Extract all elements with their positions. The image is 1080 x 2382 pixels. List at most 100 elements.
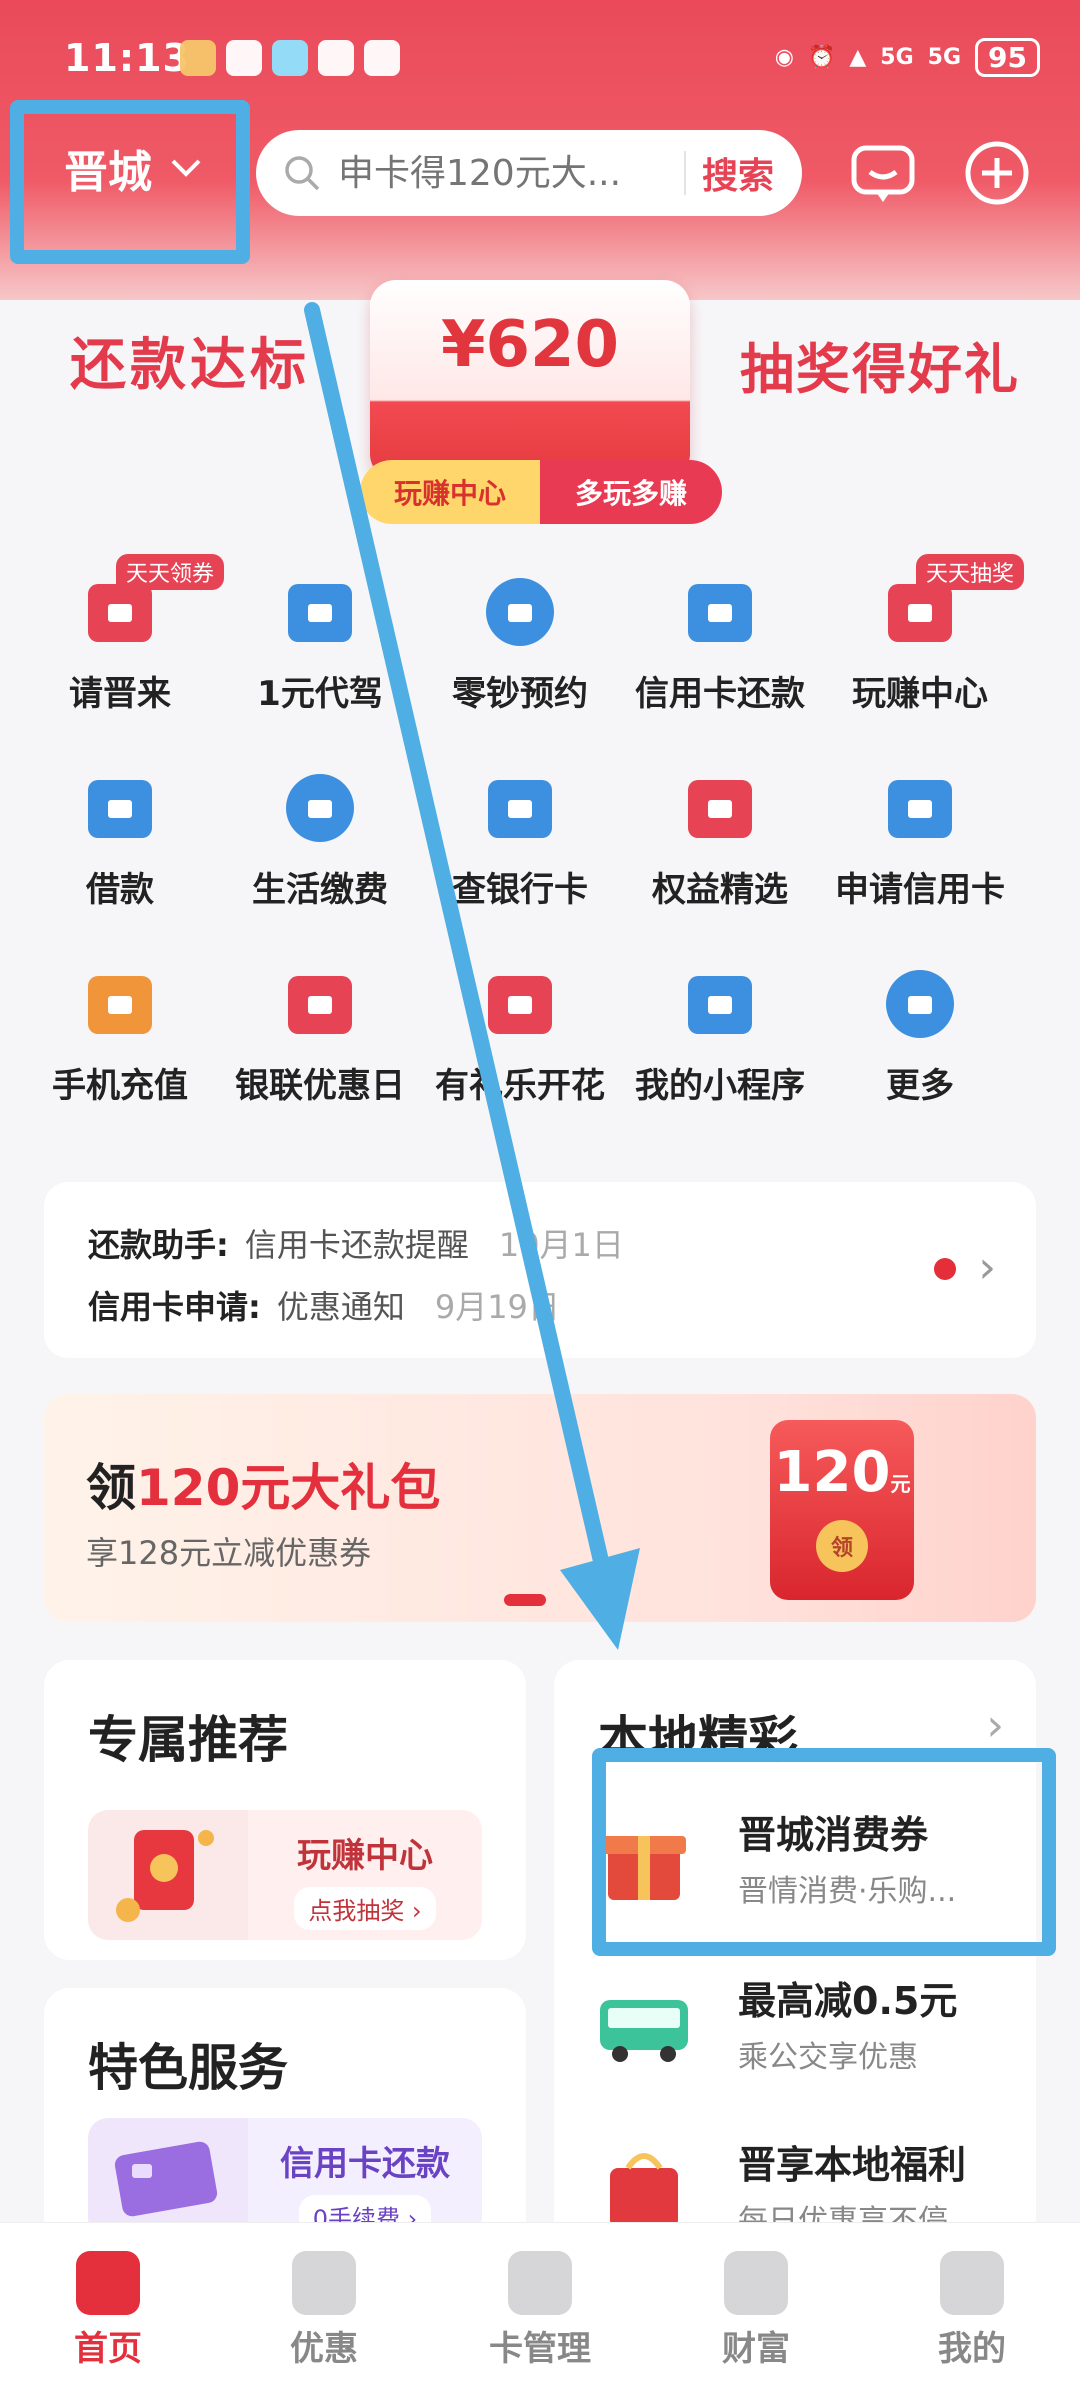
alarm-icon: ⏰ [807, 45, 836, 70]
tab-label: 优惠 [290, 2329, 358, 2369]
exclusive-item-button[interactable]: 点我抽奖 › [294, 1887, 436, 1930]
highlight-box-voucher [592, 1748, 1056, 1956]
special-item[interactable]: 信用卡还款 0手续费 › [88, 2118, 482, 2238]
tab-label: 财富 [722, 2329, 790, 2369]
unread-dot [934, 1258, 956, 1280]
gift-package-banner[interactable]: 领120元大礼包 享128元立减优惠券 120元 领 [44, 1394, 1036, 1622]
local-item-title: 晋享本地福利 [738, 2143, 967, 2187]
notification-translate-icon [272, 40, 308, 76]
grid-item[interactable]: 更多 [820, 962, 1020, 1107]
grid-item[interactable]: 银联优惠日 [220, 962, 420, 1107]
envelope-unit: 元 [890, 1472, 911, 1496]
drop-icon [278, 766, 362, 850]
tab-me[interactable]: 我的 [864, 2223, 1080, 2382]
grid-item[interactable]: 有礼乐开花 [420, 962, 620, 1107]
banner-coupon: ¥620 [370, 280, 690, 480]
grid-item-label: 我的小程序 [635, 1066, 805, 1106]
wifi-icon: ▲ [849, 45, 867, 70]
banner-tag-right: 多玩多赚 [540, 460, 722, 524]
grid-item-label: 零钞预约 [452, 674, 588, 714]
special-item-title: 信用卡还款 [280, 2144, 450, 2184]
tab-wealth[interactable]: 财富 [648, 2223, 864, 2382]
grid-item-label: 玩赚中心 [852, 674, 988, 714]
exclusive-item-text: 玩赚中心 点我抽奖 › [248, 1810, 482, 1940]
grid-item[interactable]: 权益精选 [620, 766, 820, 911]
local-item-bus[interactable]: 最高减0.5元 乘公交享优惠 [594, 1956, 1014, 2116]
grid-item-label: 查银行卡 [452, 870, 588, 910]
tab-offers[interactable]: 优惠 [216, 2223, 432, 2382]
notice-card[interactable]: 还款助手: 信用卡还款提醒 10月1日 信用卡申请: 优惠通知 9月19日 › [44, 1182, 1036, 1358]
grid-item-label: 银联优惠日 [235, 1066, 405, 1106]
bank-card-icon [478, 766, 562, 850]
wealth-icon [724, 2251, 788, 2315]
envelope-value: 120 [773, 1440, 891, 1505]
special-title: 特色服务 [88, 2039, 288, 2097]
eye-icon: ◉ [774, 45, 794, 70]
notification-music-icon [318, 40, 354, 76]
red-packet-icon [88, 1810, 248, 1940]
grid-item[interactable]: 信用卡还款 [620, 570, 820, 715]
grid-item[interactable]: 查银行卡 [420, 766, 620, 911]
grid-item[interactable]: 手机充值 [20, 962, 220, 1107]
search-button[interactable]: 搜索 [702, 147, 774, 199]
grid-item-label: 信用卡还款 [635, 674, 805, 714]
grid-item[interactable]: 申请信用卡 [820, 766, 1020, 911]
battery-icon: 95 [975, 38, 1040, 77]
grid-item-label: 请晋来 [69, 674, 171, 714]
local-item-subtitle: 乘公交享优惠 [738, 2040, 918, 2075]
tab-cards[interactable]: 卡管理 [432, 2223, 648, 2382]
envelope-amount: 120元 [770, 1440, 914, 1505]
grid-item-label: 手机充值 [52, 1066, 188, 1106]
home-icon [76, 2251, 140, 2315]
chevron-right-icon[interactable]: › [986, 1700, 1004, 1751]
notification-mobile-icon [364, 40, 400, 76]
grid-item[interactable]: 零钞预约 [420, 570, 620, 715]
tab-home[interactable]: 首页 [0, 2223, 216, 2382]
notice-date: 10月1日 [498, 1226, 624, 1264]
search-icon [285, 156, 320, 191]
exclusive-item[interactable]: 玩赚中心 点我抽奖 › [88, 1810, 482, 1940]
more-icon [878, 962, 962, 1046]
banner-tag-left: 玩赚中心 [360, 460, 540, 524]
tab-label: 卡管理 [489, 2329, 591, 2369]
promo-subtitle: 享128元立减优惠券 [86, 1534, 372, 1572]
status-time: 11:13 [64, 36, 190, 80]
notice-row-apply: 信用卡申请: 优惠通知 9月19日 [88, 1282, 560, 1328]
notice-row-repay: 还款助手: 信用卡还款提醒 10月1日 [88, 1220, 624, 1266]
notice-date: 9月19日 [434, 1288, 560, 1326]
grid-item[interactable]: 借款 [20, 766, 220, 911]
promo-title: 领120元大礼包 [86, 1448, 440, 1520]
banner-left-text: 还款达标 [70, 333, 310, 398]
notice-value: 信用卡还款提醒 [244, 1226, 469, 1264]
notice-key: 信用卡申请: [88, 1288, 261, 1326]
message-icon[interactable] [848, 138, 918, 208]
add-icon[interactable] [962, 138, 1032, 208]
grid-item[interactable]: 我的小程序 [620, 962, 820, 1107]
grid-item[interactable]: 天天领券请晋来 [20, 554, 225, 715]
search-bar[interactable]: 搜索 [256, 130, 802, 216]
search-input[interactable] [338, 152, 668, 194]
card-plus-icon [878, 766, 962, 850]
purple-card-icon [88, 2118, 248, 2238]
coupon-icon: 天天领券 [78, 554, 225, 654]
tab-label: 首页 [74, 2329, 142, 2369]
chevron-right-icon[interactable]: › [978, 1242, 996, 1293]
grid-item-label: 借款 [86, 870, 154, 910]
grid-item[interactable]: 1元代驾 [220, 570, 420, 715]
banner-right-text: 抽奖得好礼 [740, 338, 1020, 401]
promo-banner[interactable]: 还款达标 抽奖得好礼 ¥620 玩赚中心 多玩多赚 [0, 230, 1080, 530]
cards-icon [508, 2251, 572, 2315]
clock-icon [478, 570, 562, 654]
grid-item-label: 更多 [886, 1066, 954, 1106]
me-icon [940, 2251, 1004, 2315]
crown-icon [678, 766, 762, 850]
status-bar: 11:13 ◉ ⏰ ▲ 5G 5G 95 [0, 0, 1080, 110]
grid-item[interactable]: 天天抽奖 玩赚中心 [820, 554, 1025, 715]
coupon-amount: ¥620 [440, 308, 620, 382]
banner-tag: 玩赚中心 多玩多赚 [360, 460, 722, 524]
grid-item[interactable]: 生活缴费 [220, 766, 420, 911]
highlight-box-city [10, 100, 250, 264]
lightning-icon [78, 766, 162, 850]
exclusive-card: 专属推荐 玩赚中心 点我抽奖 › [44, 1660, 526, 1960]
signal-icon-2: 5G [927, 45, 962, 70]
